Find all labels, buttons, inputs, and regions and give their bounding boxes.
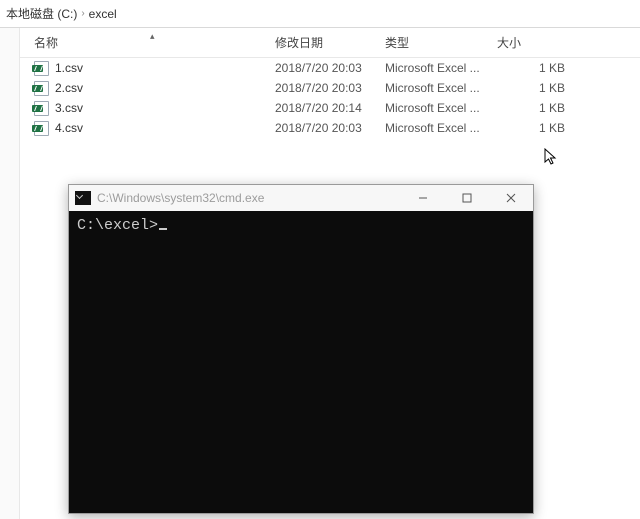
file-name: 2.csv <box>55 81 83 95</box>
minimize-button[interactable] <box>401 185 445 211</box>
column-header-date[interactable]: 修改日期 <box>275 34 385 51</box>
file-size: 1 KB <box>497 121 585 135</box>
file-type: Microsoft Excel ... <box>385 61 497 75</box>
file-size: 1 KB <box>497 61 585 75</box>
file-type: Microsoft Excel ... <box>385 81 497 95</box>
excel-file-icon <box>34 81 49 96</box>
file-date: 2018/7/20 20:03 <box>275 121 385 135</box>
nav-pane[interactable] <box>0 28 20 519</box>
cmd-icon <box>75 191 91 205</box>
breadcrumb[interactable]: 本地磁盘 (C:) › excel <box>0 0 640 28</box>
excel-file-icon <box>34 61 49 76</box>
cmd-window[interactable]: C:\Windows\system32\cmd.exe C:\excel> <box>68 184 534 514</box>
file-size: 1 KB <box>497 81 585 95</box>
cmd-prompt: C:\excel> <box>77 217 158 234</box>
column-header-type[interactable]: 类型 <box>385 34 497 51</box>
file-type: Microsoft Excel ... <box>385 121 497 135</box>
file-date: 2018/7/20 20:03 <box>275 61 385 75</box>
file-name: 4.csv <box>55 121 83 135</box>
chevron-right-icon[interactable]: › <box>79 8 86 19</box>
text-cursor-icon <box>159 228 167 230</box>
close-button[interactable] <box>489 185 533 211</box>
cmd-title: C:\Windows\system32\cmd.exe <box>97 191 401 205</box>
breadcrumb-seg-disk[interactable]: 本地磁盘 (C:) <box>4 5 79 22</box>
column-header-name[interactable]: 名称 ▴ <box>20 34 275 51</box>
file-row[interactable]: 3.csv 2018/7/20 20:14 Microsoft Excel ..… <box>20 98 640 118</box>
breadcrumb-seg-folder[interactable]: excel <box>87 7 119 21</box>
sort-ascending-icon: ▴ <box>150 31 155 42</box>
file-size: 1 KB <box>497 101 585 115</box>
file-row[interactable]: 4.csv 2018/7/20 20:03 Microsoft Excel ..… <box>20 118 640 138</box>
cmd-output[interactable]: C:\excel> <box>69 211 533 513</box>
file-row[interactable]: 2.csv 2018/7/20 20:03 Microsoft Excel ..… <box>20 78 640 98</box>
excel-file-icon <box>34 101 49 116</box>
file-type: Microsoft Excel ... <box>385 101 497 115</box>
column-header-size[interactable]: 大小 <box>497 34 585 51</box>
excel-file-icon <box>34 121 49 136</box>
file-row[interactable]: 1.csv 2018/7/20 20:03 Microsoft Excel ..… <box>20 58 640 78</box>
column-headers: 名称 ▴ 修改日期 类型 大小 <box>20 28 640 58</box>
cmd-titlebar[interactable]: C:\Windows\system32\cmd.exe <box>69 185 533 211</box>
file-date: 2018/7/20 20:03 <box>275 81 385 95</box>
column-header-name-label: 名称 <box>34 36 58 50</box>
file-name: 3.csv <box>55 101 83 115</box>
maximize-button[interactable] <box>445 185 489 211</box>
file-date: 2018/7/20 20:14 <box>275 101 385 115</box>
file-name: 1.csv <box>55 61 83 75</box>
